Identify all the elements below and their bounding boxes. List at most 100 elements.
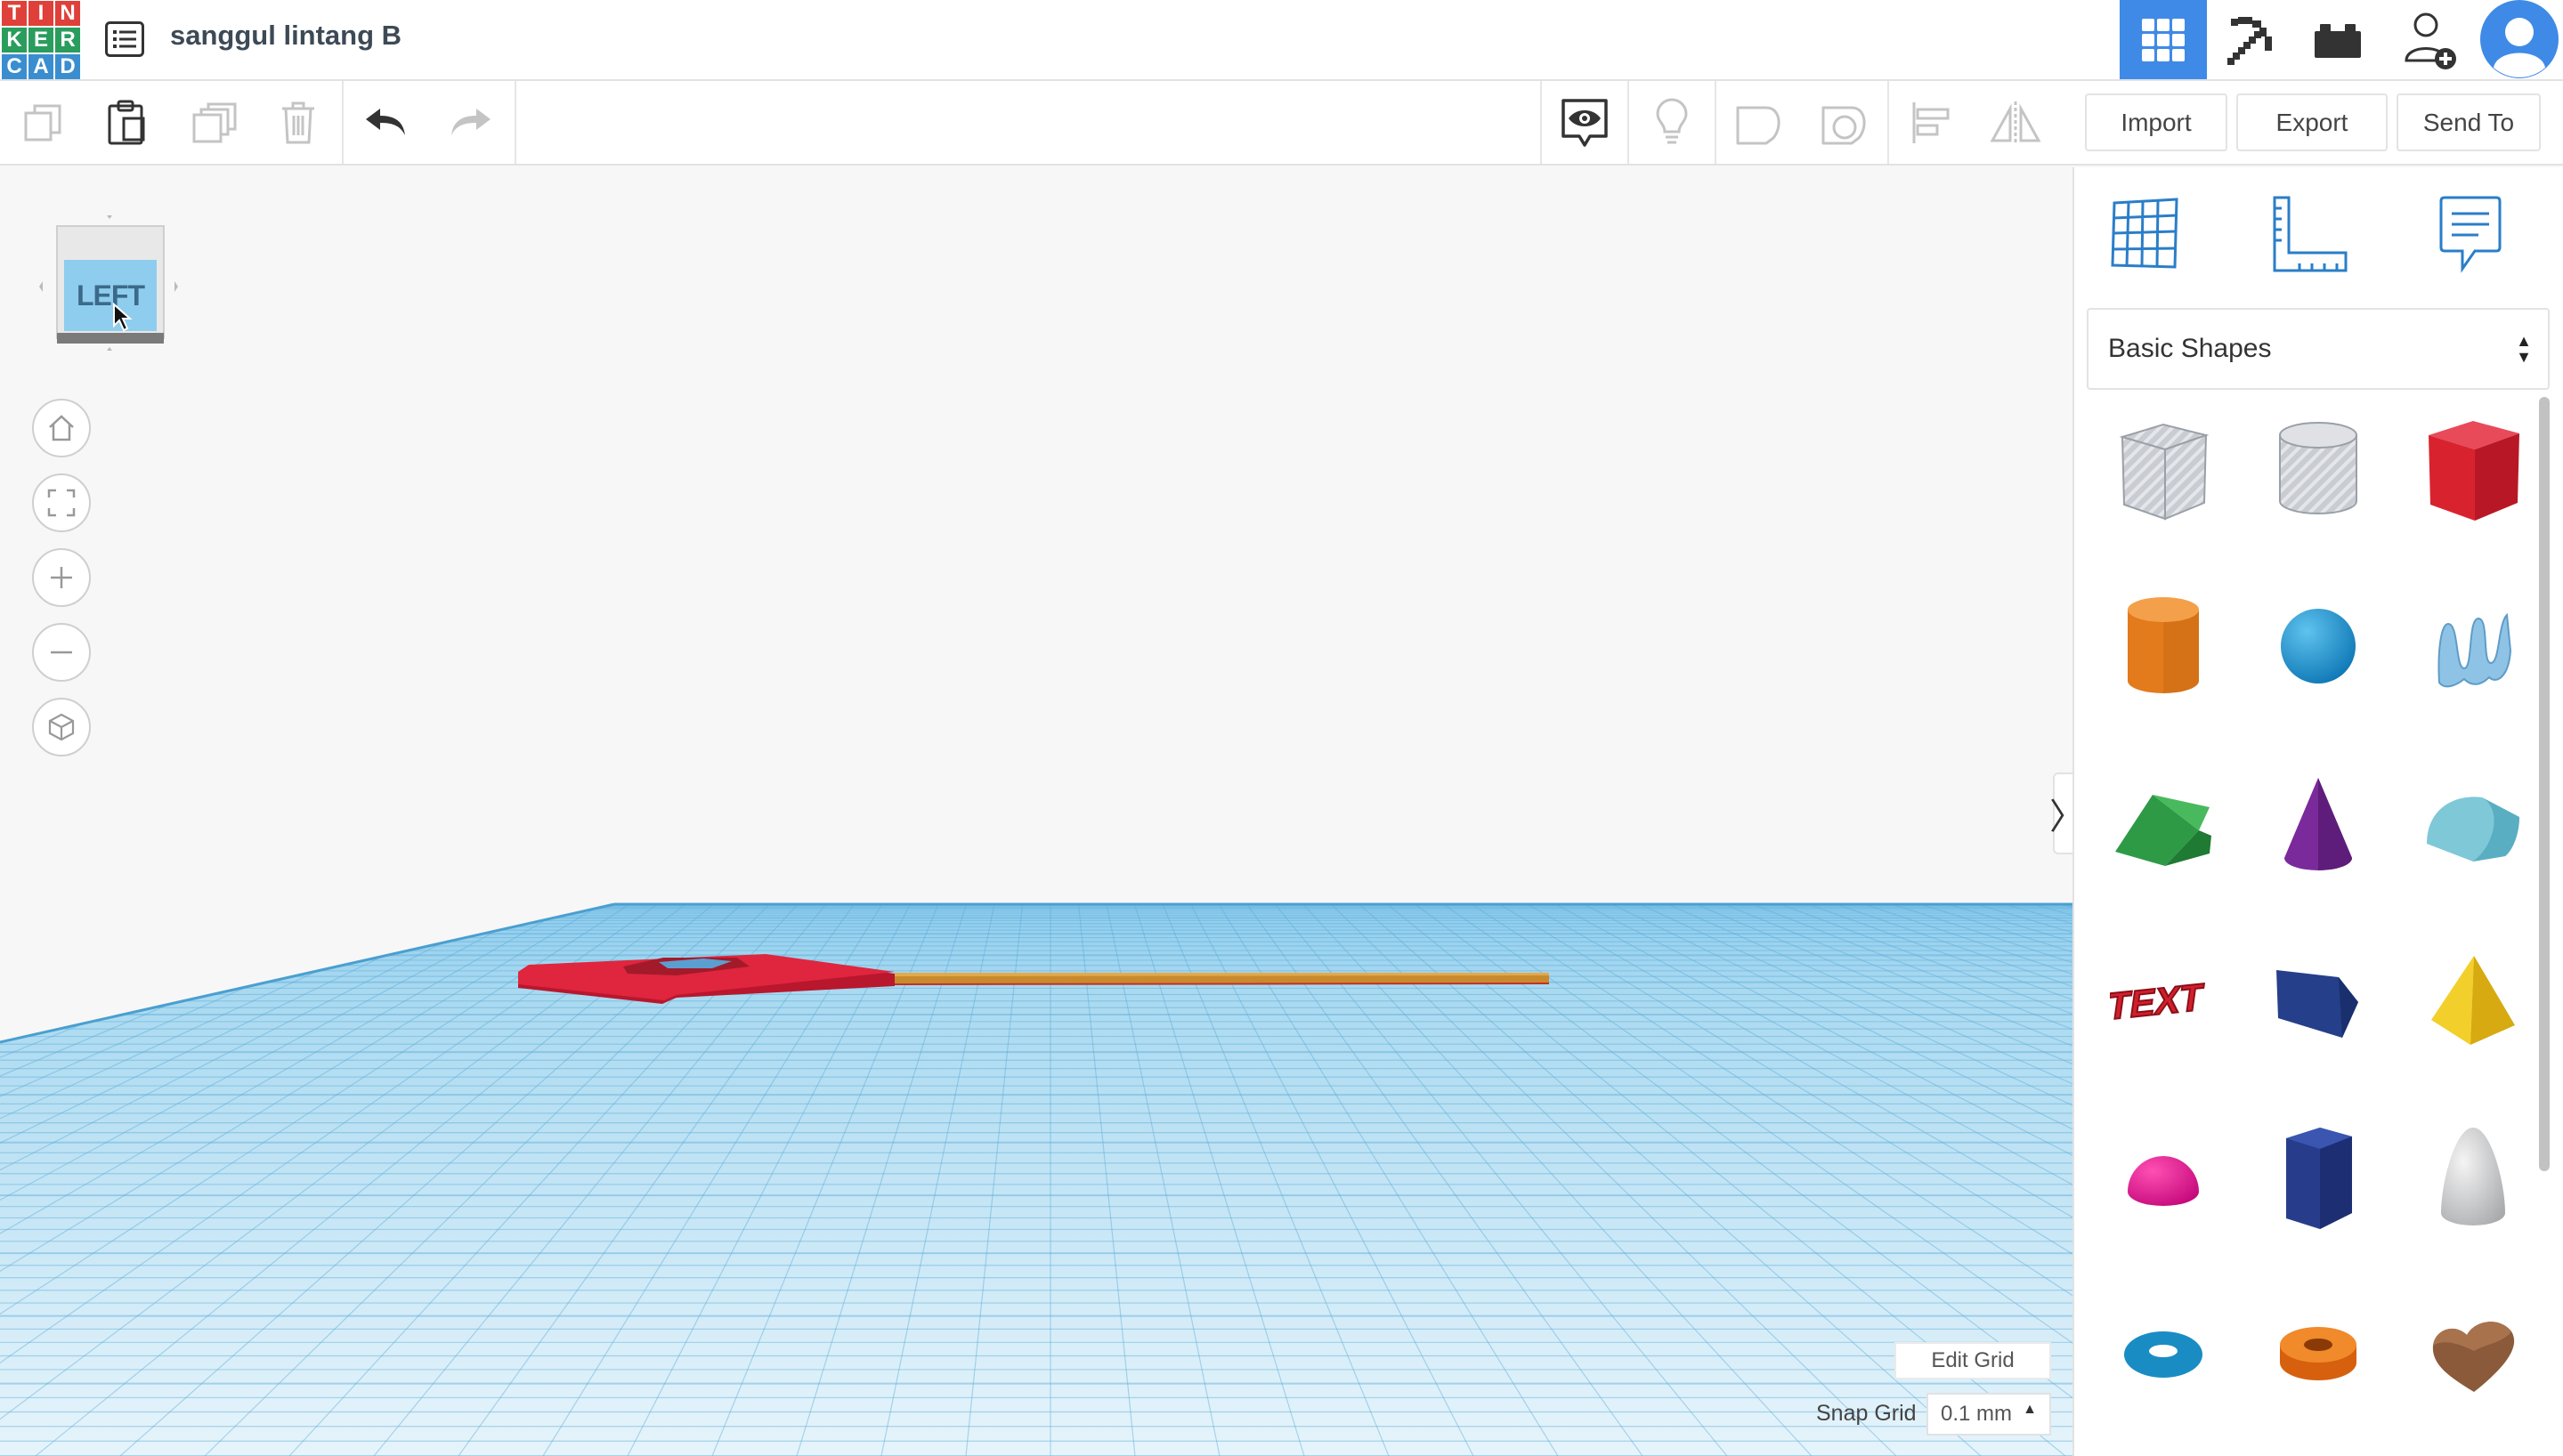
cone-icon — [2284, 778, 2352, 870]
copy-button[interactable] — [16, 81, 69, 164]
shape-text-label: TEXT — [2110, 975, 2206, 1028]
hole-button[interactable] — [1816, 81, 1873, 164]
torus-icon — [2124, 1331, 2202, 1378]
paraboloid-icon — [2441, 1128, 2505, 1225]
designs-list-button[interactable] — [100, 16, 150, 62]
align-icon — [1912, 101, 1950, 143]
shape-round-roof[interactable] — [2411, 764, 2535, 888]
logo-letter: D — [55, 54, 80, 79]
trash-icon — [282, 101, 314, 143]
pickaxe-icon — [2227, 16, 2272, 65]
toolbar-divider — [515, 81, 516, 164]
tinkercad-logo[interactable]: T I N K E R C A D — [0, 0, 82, 79]
shape-box-hole[interactable] — [2101, 408, 2226, 532]
shape-cylinder[interactable] — [2101, 584, 2226, 708]
zoom-in-button[interactable] — [32, 548, 91, 607]
shape-pyramid[interactable] — [2411, 940, 2535, 1064]
plus-icon — [51, 567, 72, 588]
toolbar-divider — [1540, 81, 1542, 164]
shape-half-sphere[interactable] — [2101, 1116, 2226, 1241]
3d-workplane-viewport[interactable]: LEFT Edit Grid Snap Grid 0.1 mm ▲ — [0, 167, 2072, 1456]
list-icon — [105, 21, 144, 57]
shape-polygon[interactable] — [2256, 1116, 2381, 1241]
perspective-toggle-button[interactable] — [32, 698, 91, 756]
roof-icon — [2115, 795, 2211, 866]
mirror-button[interactable] — [1987, 81, 2044, 164]
minus-icon — [51, 651, 72, 654]
notes-toggle-button[interactable] — [1556, 81, 1613, 164]
brick-icon — [2315, 23, 2361, 58]
shape-torus[interactable] — [2101, 1292, 2226, 1417]
shape-text[interactable]: TEXT — [2101, 940, 2226, 1064]
toolbar-divider — [342, 81, 344, 164]
snap-grid-select[interactable]: 0.1 mm ▲ — [1926, 1393, 2051, 1436]
solid-button[interactable] — [1731, 81, 1788, 164]
viewcube-arrow-right-icon[interactable] — [174, 281, 178, 292]
workplane-tool-button[interactable] — [2092, 185, 2199, 283]
logo-letter: T — [2, 1, 27, 26]
shape-roof[interactable] — [2101, 764, 2226, 888]
shape-sphere[interactable] — [2256, 584, 2381, 708]
edit-grid-button[interactable]: Edit Grid — [1894, 1342, 2051, 1379]
mirror-icon — [1990, 101, 2041, 144]
note-bubble-icon — [2439, 196, 2502, 273]
copy-icon — [24, 104, 61, 141]
redo-button[interactable] — [443, 81, 497, 164]
view-cube[interactable]: LEFT — [39, 199, 182, 360]
shape-tube[interactable] — [2256, 1292, 2381, 1417]
shape-scribble[interactable] — [2411, 584, 2535, 708]
export-button[interactable]: Export — [2236, 93, 2388, 151]
delete-button[interactable] — [272, 81, 325, 164]
3d-design-view-button[interactable] — [2120, 0, 2207, 79]
duplicate-icon — [192, 102, 237, 142]
shape-cylinder-hole[interactable] — [2256, 408, 2381, 532]
add-user-button[interactable] — [2388, 0, 2475, 79]
add-user-icon — [2405, 12, 2456, 69]
cylinder-icon — [2128, 597, 2199, 693]
toolbar-divider — [1715, 81, 1716, 164]
paste-button[interactable] — [100, 81, 153, 164]
viewcube-arrow-up-icon[interactable] — [107, 215, 112, 219]
viewcube-face-label: LEFT — [77, 279, 145, 311]
notes-tool-button[interactable] — [2416, 185, 2523, 283]
caret-up-icon: ▲ — [2023, 1402, 2037, 1417]
home-view-button[interactable] — [32, 399, 91, 457]
ruler-tool-button[interactable] — [2256, 185, 2363, 283]
import-button[interactable]: Import — [2085, 93, 2227, 151]
logo-letter: E — [28, 28, 53, 53]
sort-arrows-icon: ▲ ▼ — [2516, 332, 2532, 366]
shape-heart[interactable] — [2411, 1292, 2535, 1417]
viewcube-arrow-left-icon[interactable] — [39, 281, 43, 292]
workplane-grid — [0, 902, 2072, 1456]
undo-button[interactable] — [360, 81, 413, 164]
snap-grid-label: Snap Grid — [1816, 1401, 1917, 1426]
design-title[interactable]: sanggul lintang B — [170, 20, 401, 52]
zoom-out-button[interactable] — [32, 623, 91, 682]
shape-wedge[interactable] — [2256, 940, 2381, 1064]
toolbar-divider — [1627, 81, 1629, 164]
shape-library-dropdown[interactable]: Basic Shapes ▲ ▼ — [2087, 308, 2550, 390]
cylinder-hole-icon — [2279, 422, 2357, 514]
toolbar-divider — [1887, 81, 1889, 164]
wedge-icon — [2276, 970, 2358, 1038]
top-bar: T I N K E R C A D sanggul lintang B — [0, 0, 2563, 81]
shape-paraboloid[interactable] — [2411, 1116, 2535, 1241]
eye-bubble-icon — [1561, 98, 1608, 147]
edit-toolbar: Import Export Send To — [0, 81, 2563, 166]
workplane-grid-icon — [2111, 198, 2178, 269]
user-avatar[interactable] — [2475, 0, 2563, 79]
scribble-icon — [2437, 612, 2512, 688]
shape-box[interactable] — [2411, 408, 2535, 532]
bricks-view-button[interactable] — [2294, 0, 2381, 79]
shapes-grid: TEXT — [2074, 408, 2555, 1456]
shape-cone[interactable] — [2256, 764, 2381, 888]
shapes-scrollbar[interactable] — [2539, 397, 2550, 1171]
cube-perspective-icon — [48, 713, 75, 741]
viewcube-arrow-down-icon[interactable] — [107, 347, 112, 351]
duplicate-button[interactable] — [188, 81, 241, 164]
align-button[interactable] — [1903, 81, 1960, 164]
hint-button[interactable] — [1643, 81, 1700, 164]
fit-view-button[interactable] — [32, 473, 91, 532]
build-view-button[interactable] — [2207, 0, 2294, 79]
send-to-button[interactable]: Send To — [2397, 93, 2541, 151]
